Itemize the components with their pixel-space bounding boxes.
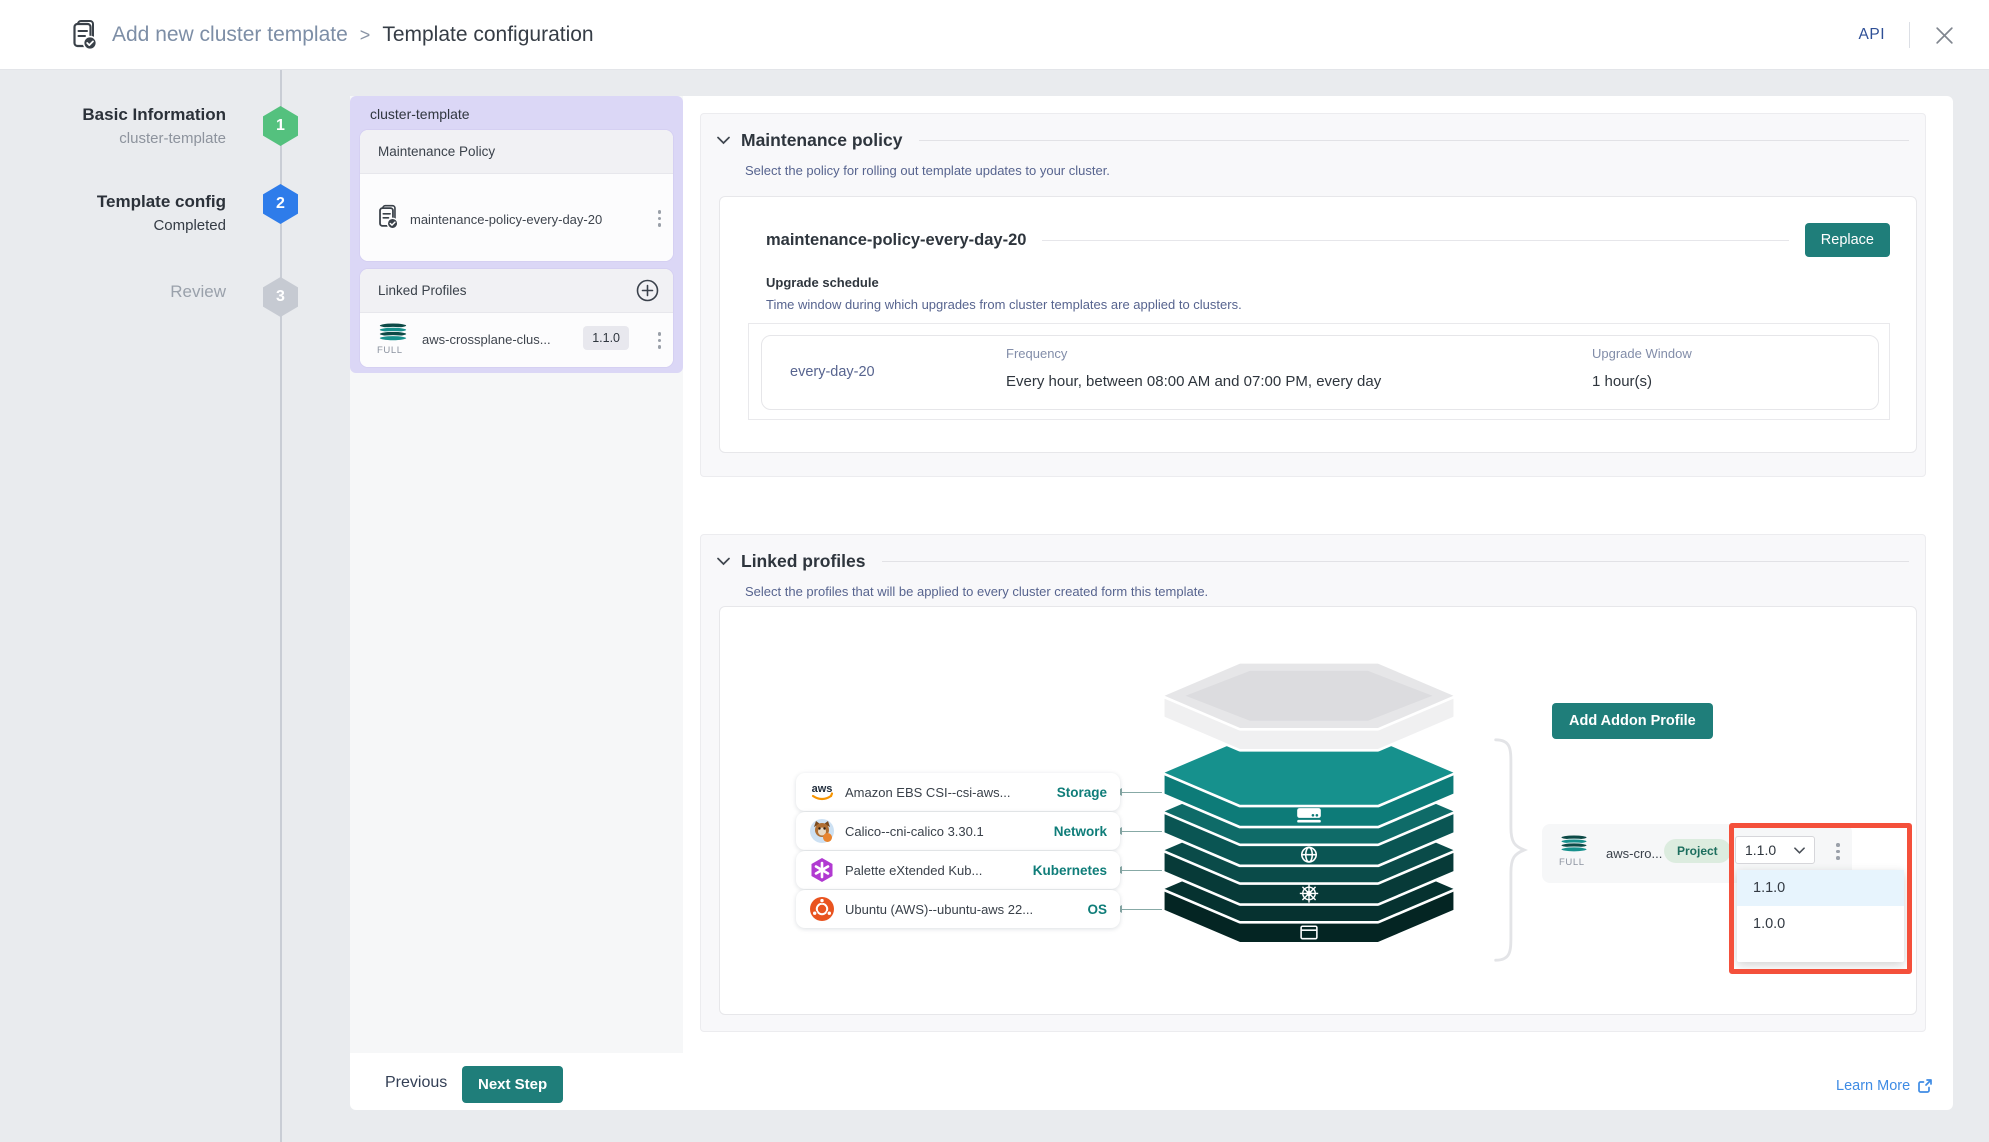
brace-decoration (1490, 735, 1528, 965)
profile-row-os[interactable]: Ubuntu (AWS)--ubuntu-aws 22... OS (796, 890, 1120, 928)
header: Add new cluster template > Template conf… (0, 0, 1989, 70)
breadcrumb-parent[interactable]: Add new cluster template (112, 23, 348, 47)
stepper-line (280, 70, 282, 1142)
linked-profiles-canvas: aws Amazon EBS CSI--csi-aws... Storage C… (719, 606, 1917, 1015)
policy-card-title: maintenance-policy-every-day-20 (766, 231, 1026, 250)
version-select[interactable]: 1.1.0 (1735, 836, 1815, 864)
calico-icon (809, 818, 835, 844)
kubernetes-layer-icon (1300, 884, 1318, 902)
frequency-value: Every hour, between 08:00 AM and 07:00 P… (1006, 373, 1381, 390)
profile-layer-name: Palette eXtended Kub... (845, 863, 982, 878)
version-option-2[interactable]: 1.0.0 (1737, 906, 1904, 942)
upgrade-window-label: Upgrade Window (1592, 346, 1692, 361)
storage-layer-icon (1297, 808, 1321, 822)
learn-more-label: Learn More (1836, 1078, 1910, 1094)
linked-profiles-section-subtitle: Select the profiles that will be applied… (745, 584, 1208, 599)
profile-layer-category: OS (1087, 902, 1107, 917)
maintenance-policy-card-header-label: Maintenance Policy (378, 144, 495, 159)
upgrade-schedule-label: Upgrade schedule (766, 275, 879, 290)
maintenance-policy-section: Maintenance policy Select the policy for… (700, 113, 1926, 477)
version-dropdown: 1.1.0 1.0.0 (1737, 870, 1904, 962)
linked-profiles-card: Linked Profiles FULL aws-crossplane-clus… (360, 269, 673, 367)
schedule-box: every-day-20 Frequency Every hour, betwe… (748, 323, 1890, 420)
step-2-title[interactable]: Template config (36, 192, 226, 212)
policy-item-kebab-icon[interactable] (654, 206, 666, 231)
step-2-badge[interactable]: 2 (263, 184, 298, 224)
profile-layer-name: Amazon EBS CSI--csi-aws... (845, 785, 1010, 800)
ubuntu-icon (809, 896, 835, 922)
maintenance-policy-card-header: Maintenance Policy (360, 130, 673, 174)
step-2-subtitle: Completed (36, 217, 226, 234)
learn-more-link[interactable]: Learn More (1836, 1078, 1933, 1094)
aws-icon: aws (809, 779, 835, 805)
profile-layers-icon (1558, 834, 1590, 853)
addon-scope-label: FULL (1559, 857, 1585, 868)
step-1-subtitle: cluster-template (36, 130, 226, 147)
section-rule (882, 561, 1909, 562)
add-addon-profile-button[interactable]: Add Addon Profile (1552, 703, 1713, 739)
breadcrumb-separator: > (360, 25, 371, 46)
linked-profile-name[interactable]: aws-crossplane-clus... (422, 332, 551, 347)
project-badge: Project (1664, 839, 1731, 863)
profile-layer-category: Kubernetes (1033, 863, 1107, 878)
step-1-badge[interactable]: 1 (263, 106, 298, 146)
section-rule (919, 140, 1909, 141)
chevron-down-icon[interactable] (717, 136, 730, 145)
version-option-1[interactable]: 1.1.0 (1737, 870, 1904, 906)
cluster-template-panel-title: cluster-template (370, 106, 470, 122)
linked-profiles-section-title: Linked profiles (741, 551, 865, 572)
policy-doc-icon (378, 204, 399, 230)
schedule-row: every-day-20 Frequency Every hour, betwe… (761, 335, 1879, 410)
addon-kebab-icon[interactable] (1832, 839, 1844, 864)
breadcrumb: Add new cluster template > Template conf… (112, 0, 594, 70)
profile-layer-name: Ubuntu (AWS)--ubuntu-aws 22... (845, 902, 1033, 917)
maintenance-policy-card: Maintenance Policy maintenance-policy-ev… (360, 130, 673, 261)
add-profile-plus-icon[interactable] (636, 279, 659, 302)
maintenance-section-title: Maintenance policy (741, 130, 902, 151)
profile-scope-label: FULL (377, 345, 403, 356)
cluster-profile-stack-graphic (1158, 657, 1460, 946)
external-link-icon (1917, 1078, 1933, 1094)
page-title: Template configuration (382, 23, 593, 47)
select-chevron-icon (1794, 847, 1805, 854)
profile-row-kubernetes[interactable]: Palette eXtended Kub... Kubernetes (796, 851, 1120, 889)
upgrade-window-value: 1 hour(s) (1592, 373, 1652, 390)
policy-item-name[interactable]: maintenance-policy-every-day-20 (410, 212, 602, 227)
frequency-label: Frequency (1006, 346, 1067, 361)
next-step-button[interactable]: Next Step (462, 1066, 563, 1103)
policy-title-rule (1042, 240, 1788, 241)
version-select-value: 1.1.0 (1745, 842, 1776, 858)
step-3-badge[interactable]: 3 (263, 277, 298, 317)
upgrade-schedule-description: Time window during which upgrades from c… (766, 297, 1242, 312)
step-1-title[interactable]: Basic Information (36, 105, 226, 125)
cluster-template-doc-icon (72, 19, 98, 51)
svg-text:aws: aws (812, 783, 833, 795)
linked-profile-version-badge: 1.1.0 (583, 326, 629, 350)
profile-layers-icon (376, 322, 410, 342)
maintenance-section-subtitle: Select the policy for rolling out templa… (745, 163, 1110, 178)
close-icon[interactable] (1934, 25, 1955, 46)
profile-layer-name: Calico--cni-calico 3.30.1 (845, 824, 984, 839)
linked-profile-kebab-icon[interactable] (654, 328, 666, 353)
api-link[interactable]: API (1859, 26, 1885, 44)
addon-profile-name: aws-cro... (1606, 846, 1662, 861)
profile-row-storage[interactable]: aws Amazon EBS CSI--csi-aws... Storage (796, 773, 1120, 811)
palette-pxk-icon (809, 857, 835, 883)
schedule-policy-name: every-day-20 (790, 364, 875, 380)
header-divider (1909, 22, 1910, 48)
chevron-down-icon[interactable] (717, 557, 730, 566)
linked-profiles-card-header-label: Linked Profiles (378, 283, 467, 298)
previous-button[interactable]: Previous (385, 1074, 447, 1092)
linked-profiles-card-header: Linked Profiles (360, 269, 673, 313)
profile-layer-category: Network (1054, 824, 1107, 839)
step-3-title[interactable]: Review (36, 282, 226, 302)
maintenance-policy-detail-card: maintenance-policy-every-day-20 Replace … (719, 196, 1917, 453)
linked-profiles-section: Linked profiles Select the profiles that… (700, 534, 1926, 1032)
replace-button[interactable]: Replace (1805, 223, 1890, 257)
profile-row-network[interactable]: Calico--cni-calico 3.30.1 Network (796, 812, 1120, 850)
profile-layer-category: Storage (1057, 785, 1107, 800)
